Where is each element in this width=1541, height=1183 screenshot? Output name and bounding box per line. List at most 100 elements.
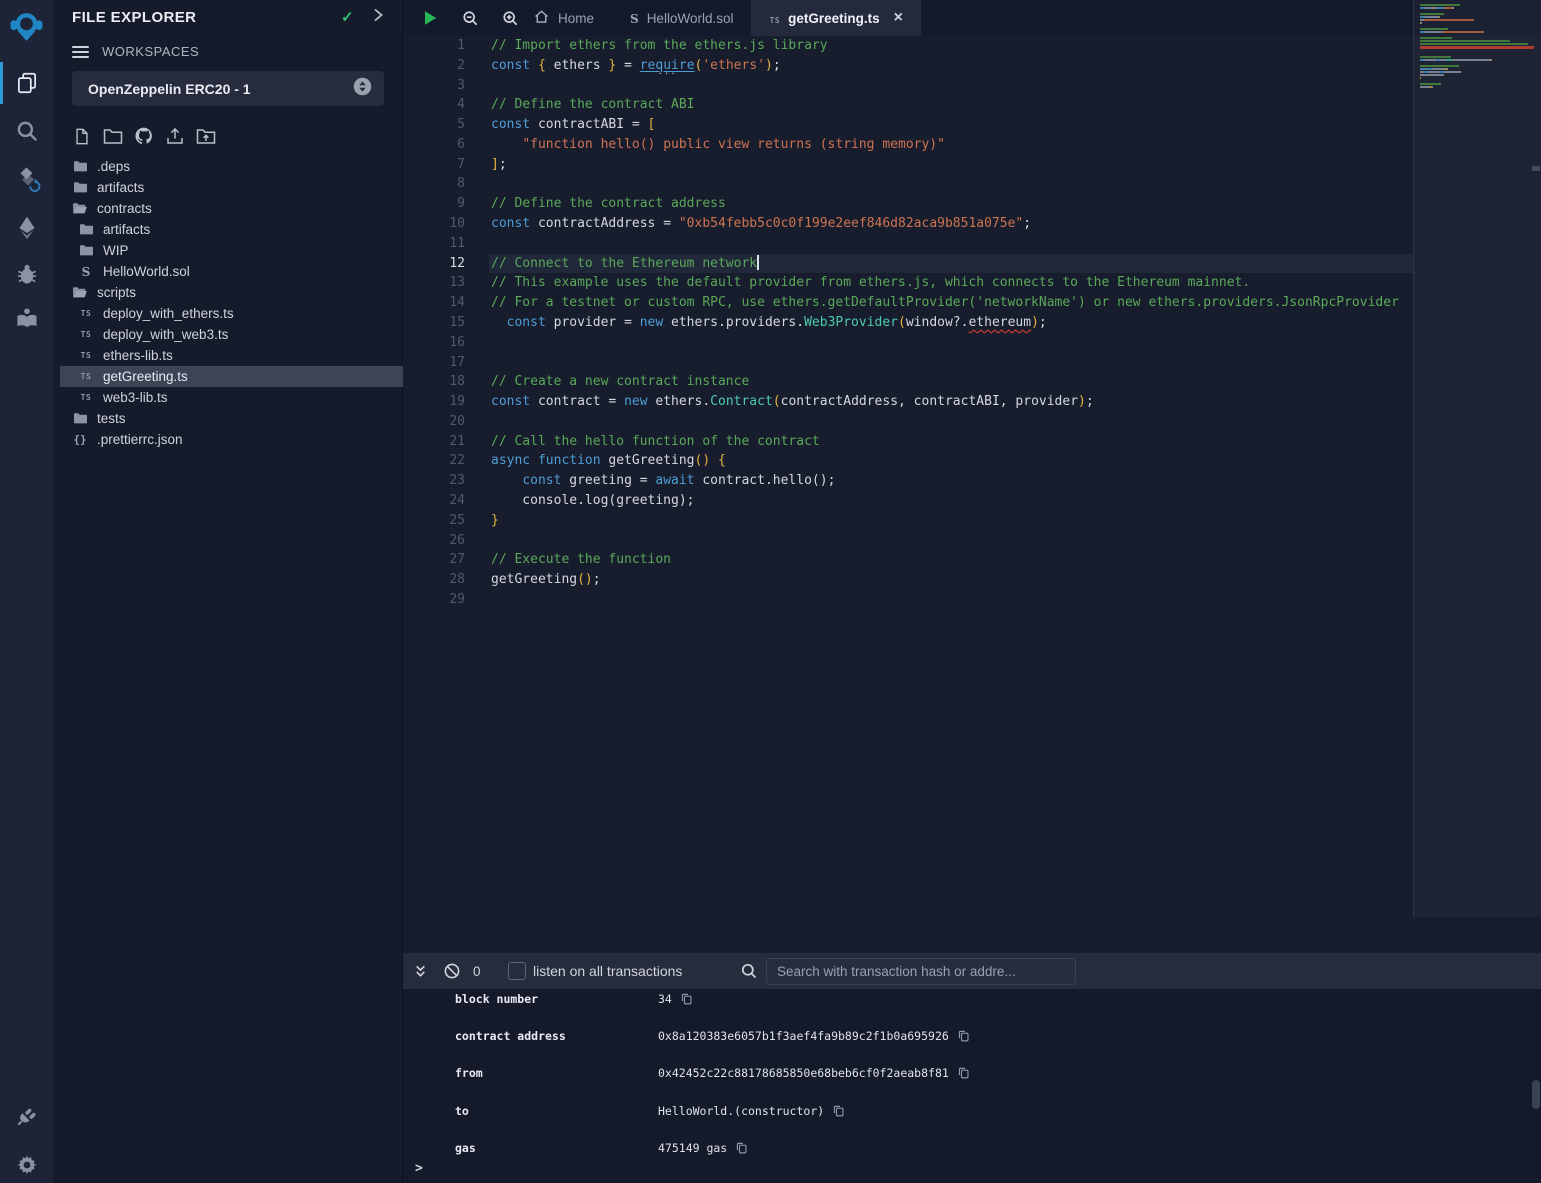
line-number[interactable]: 20: [403, 412, 465, 432]
terminal-prompt[interactable]: >: [415, 1161, 423, 1176]
line-number[interactable]: 5: [403, 115, 465, 135]
remix-logo-icon[interactable]: [6, 7, 47, 48]
code-line[interactable]: 29: [403, 590, 1541, 610]
code-line[interactable]: 11: [403, 234, 1541, 254]
line-number[interactable]: 6: [403, 135, 465, 155]
workspace-select[interactable]: OpenZeppelin ERC20 - 1: [72, 71, 384, 106]
upload-file-icon[interactable]: [165, 125, 185, 147]
copy-icon[interactable]: [957, 1066, 970, 1080]
check-icon[interactable]: ✓: [341, 8, 354, 26]
code-line[interactable]: 23 const greeting = await contract.hello…: [403, 471, 1541, 491]
line-number[interactable]: 1: [403, 36, 465, 56]
code-line[interactable]: 6 "function hello() public view returns …: [403, 135, 1541, 155]
code-line[interactable]: 13// This example uses the default provi…: [403, 273, 1541, 293]
file-tree-item-web3-lib-ts[interactable]: TSweb3-lib.ts: [53, 387, 403, 408]
code-line[interactable]: 5const contractABI = [: [403, 115, 1541, 135]
terminal-scrollbar[interactable]: [1532, 1080, 1540, 1109]
line-number[interactable]: 29: [403, 590, 465, 610]
code-line[interactable]: 25}: [403, 511, 1541, 531]
file-tree-item--prettierrc-json[interactable]: {}.prettierrc.json: [53, 429, 403, 450]
learneth-icon[interactable]: [6, 297, 47, 338]
line-number[interactable]: 7: [403, 155, 465, 175]
line-number[interactable]: 18: [403, 372, 465, 392]
code-line[interactable]: 2const { ethers } = require('ethers');: [403, 56, 1541, 76]
code-line[interactable]: 9// Define the contract address: [403, 194, 1541, 214]
line-number[interactable]: 2: [403, 56, 465, 76]
close-tab-icon[interactable]: ×: [894, 10, 903, 26]
tab-helloworld-sol[interactable]: SHelloWorld.sol: [612, 0, 751, 36]
file-tree-item-getgreeting-ts[interactable]: TSgetGreeting.ts: [60, 366, 403, 387]
file-tree-item-ethers-lib-ts[interactable]: TSethers-lib.ts: [53, 345, 403, 366]
code-line[interactable]: 22async function getGreeting() {: [403, 451, 1541, 471]
line-number[interactable]: 16: [403, 333, 465, 353]
copy-icon[interactable]: [680, 992, 693, 1006]
zoom-out-button[interactable]: [459, 7, 481, 29]
file-tree-item-artifacts[interactable]: artifacts: [53, 219, 403, 240]
line-number[interactable]: 13: [403, 273, 465, 293]
line-number[interactable]: 12: [403, 254, 465, 274]
line-number[interactable]: 15: [403, 313, 465, 333]
upload-folder-icon[interactable]: [196, 125, 216, 147]
line-number[interactable]: 17: [403, 353, 465, 373]
code-line[interactable]: 10const contractAddress = "0xb54febb5c0c…: [403, 214, 1541, 234]
search-icon[interactable]: [6, 110, 47, 151]
code-line[interactable]: 14// For a testnet or custom RPC, use et…: [403, 293, 1541, 313]
line-number[interactable]: 10: [403, 214, 465, 234]
code-editor[interactable]: 1// Import ethers from the ethers.js lib…: [403, 36, 1541, 953]
file-tree-item-tests[interactable]: tests: [53, 408, 403, 429]
line-number[interactable]: 11: [403, 234, 465, 254]
line-number[interactable]: 8: [403, 174, 465, 194]
copy-icon[interactable]: [957, 1029, 970, 1043]
code-line[interactable]: 26: [403, 531, 1541, 551]
deploy-run-icon[interactable]: [6, 206, 47, 247]
minimap[interactable]: [1420, 4, 1534, 92]
line-number[interactable]: 28: [403, 570, 465, 590]
line-number[interactable]: 22: [403, 451, 465, 471]
file-tree-item-deploy-with-web3-ts[interactable]: TSdeploy_with_web3.ts: [53, 324, 403, 345]
code-line[interactable]: 4// Define the contract ABI: [403, 95, 1541, 115]
debugger-icon[interactable]: [6, 253, 47, 294]
file-tree-item-artifacts[interactable]: artifacts: [53, 177, 403, 198]
code-line[interactable]: 7];: [403, 155, 1541, 175]
code-line[interactable]: 17: [403, 353, 1541, 373]
code-line[interactable]: 12// Connect to the Ethereum network: [403, 254, 1541, 274]
line-number[interactable]: 9: [403, 194, 465, 214]
line-number[interactable]: 24: [403, 491, 465, 511]
code-line[interactable]: 28getGreeting();: [403, 570, 1541, 590]
line-number[interactable]: 25: [403, 511, 465, 531]
file-tree-item-deploy-with-ethers-ts[interactable]: TSdeploy_with_ethers.ts: [53, 303, 403, 324]
github-icon[interactable]: [134, 125, 154, 147]
code-line[interactable]: 19const contract = new ethers.Contract(c…: [403, 392, 1541, 412]
file-explorer-icon[interactable]: [6, 62, 47, 103]
settings-gear-icon[interactable]: [6, 1144, 47, 1183]
line-number[interactable]: 19: [403, 392, 465, 412]
copy-icon[interactable]: [735, 1141, 748, 1155]
file-tree-item-contracts[interactable]: contracts: [53, 198, 403, 219]
line-number[interactable]: 4: [403, 95, 465, 115]
file-tree-item-helloworld-sol[interactable]: SHelloWorld.sol: [53, 261, 403, 282]
code-line[interactable]: 8: [403, 174, 1541, 194]
line-number[interactable]: 26: [403, 531, 465, 551]
minimap-column[interactable]: [1413, 0, 1541, 917]
code-line[interactable]: 20: [403, 412, 1541, 432]
code-line[interactable]: 3: [403, 76, 1541, 96]
file-tree-item-scripts[interactable]: scripts: [53, 282, 403, 303]
tab-getgreeting-ts[interactable]: TSgetGreeting.ts×: [751, 0, 921, 36]
tab-home[interactable]: Home: [515, 0, 612, 36]
solidity-compiler-icon[interactable]: [6, 156, 47, 197]
code-line[interactable]: 1// Import ethers from the ethers.js lib…: [403, 36, 1541, 56]
new-file-icon[interactable]: [72, 125, 92, 147]
code-line[interactable]: 16: [403, 333, 1541, 353]
file-tree-item-wip[interactable]: WIP: [53, 240, 403, 261]
line-number[interactable]: 14: [403, 293, 465, 313]
line-number[interactable]: 27: [403, 550, 465, 570]
copy-icon[interactable]: [832, 1104, 845, 1118]
line-number[interactable]: 21: [403, 432, 465, 452]
line-number[interactable]: 23: [403, 471, 465, 491]
code-line[interactable]: 27// Execute the function: [403, 550, 1541, 570]
code-line[interactable]: 21// Call the hello function of the cont…: [403, 432, 1541, 452]
code-line[interactable]: 18// Create a new contract instance: [403, 372, 1541, 392]
code-line[interactable]: 15 const provider = new ethers.providers…: [403, 313, 1541, 333]
line-number[interactable]: 3: [403, 76, 465, 96]
code-line[interactable]: 24 console.log(greeting);: [403, 491, 1541, 511]
